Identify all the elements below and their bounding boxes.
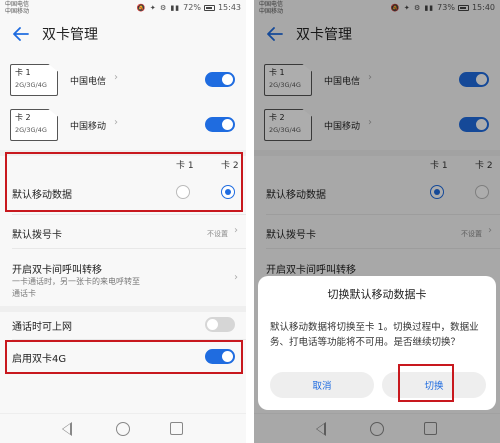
page-title: 双卡管理 [42, 27, 98, 43]
highlight-box-confirm [398, 364, 454, 402]
navigation-bar [0, 413, 246, 443]
right-phone-screen: 中国电信 中国移动 🔕 ✦ ⚙ ▮▮ 73% 15:40 双卡管理 卡 1 2G… [254, 0, 500, 443]
default-dial-label: 默认拨号卡 [12, 230, 62, 241]
sim-row-1[interactable]: 卡 1 2G/3G/4G 中国电信 › [0, 58, 246, 102]
switch-data-card-dialog: 切换默认移动数据卡 默认移动数据将切换至卡 1。切换过程中，数据业务、打电话等功… [258, 276, 496, 410]
battery-icon [203, 4, 215, 11]
section-divider [0, 306, 246, 312]
back-arrow-icon[interactable] [8, 21, 34, 47]
status-icons: 🔕 ✦ ⚙ ▮▮ [136, 3, 181, 12]
dialog-message: 默认移动数据将切换至卡 1。切换过程中，数据业务、打电话等功能将不可用。是否继续… [270, 322, 479, 348]
nav-back-icon[interactable] [62, 422, 72, 436]
highlight-box-default-data [5, 152, 243, 212]
sim-name: 卡 1 [15, 68, 31, 77]
highlight-box-enable-4g [5, 340, 243, 374]
sim-row-2[interactable]: 卡 2 2G/3G/4G 中国移动 › [0, 103, 246, 147]
data-during-call-toggle[interactable] [205, 317, 235, 332]
left-phone-screen: 中国电信 中国移动 🔕 ✦ ⚙ ▮▮ 72% 15:43 双卡管理 卡 1 2G… [0, 0, 246, 443]
carrier-names: 中国电信 中国移动 [5, 1, 29, 15]
chevron-right-icon: › [234, 225, 238, 236]
sim-card-icon: 卡 2 2G/3G/4G [10, 109, 58, 141]
clock: 15:43 [217, 3, 241, 12]
chevron-right-icon: › [114, 72, 118, 83]
sim-network: 2G/3G/4G [15, 126, 47, 134]
nav-recents-icon[interactable] [170, 422, 183, 435]
battery-percent: 72% [183, 3, 201, 12]
cancel-button[interactable]: 取消 [270, 372, 374, 398]
status-bar: 中国电信 中国移动 🔕 ✦ ⚙ ▮▮ 72% 15:43 [0, 0, 246, 16]
sim-2-toggle[interactable] [205, 117, 235, 132]
carrier-line-1: 中国电信 [5, 1, 30, 8]
carrier-line-2: 中国移动 [5, 8, 30, 15]
app-bar: 双卡管理 [0, 18, 246, 50]
call-forward-label: 开启双卡间呼叫转移 [12, 265, 102, 276]
sim-name: 卡 2 [15, 113, 31, 122]
sim-card-icon: 卡 1 2G/3G/4G [10, 64, 58, 96]
call-forward-desc-line-2: 通话卡 [12, 289, 36, 298]
chevron-right-icon: › [234, 272, 238, 283]
row-divider [12, 248, 246, 249]
chevron-right-icon: › [114, 117, 118, 128]
sim-carrier: 中国移动 [70, 122, 107, 132]
default-dial-value: 不设置 [207, 230, 228, 238]
sim-carrier: 中国电信 [70, 77, 107, 87]
nav-home-icon[interactable] [116, 422, 130, 436]
sim-1-toggle[interactable] [205, 72, 235, 87]
row-divider [12, 214, 246, 215]
status-right: 🔕 ✦ ⚙ ▮▮ 72% 15:43 [137, 3, 241, 12]
sim-network: 2G/3G/4G [15, 81, 47, 89]
call-forward-desc-line-1: 一卡通话时，另一张卡的来电呼转至 [12, 277, 140, 286]
data-during-call-label: 通话时可上网 [12, 322, 72, 333]
dialog-title: 切换默认移动数据卡 [327, 288, 427, 301]
